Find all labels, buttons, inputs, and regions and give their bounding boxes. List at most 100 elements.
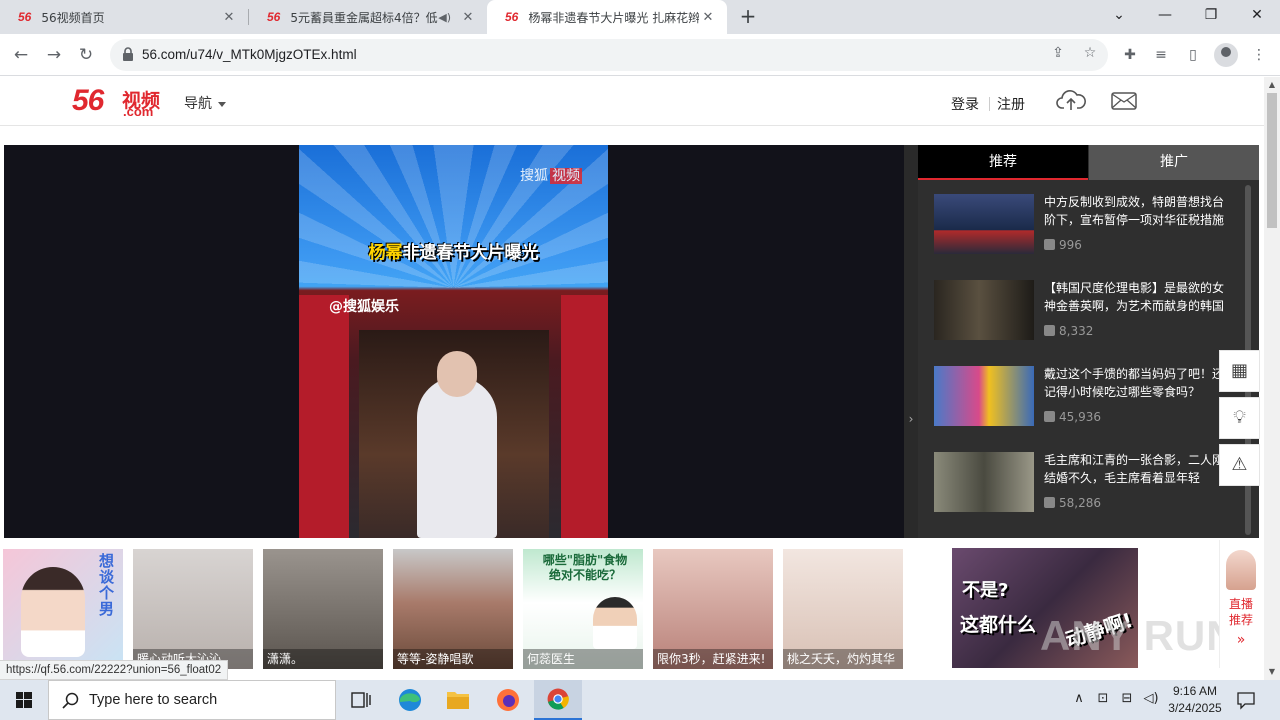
list-item[interactable]: 中方反制收到成效，特朗普想找台阶下，宣布暂停一项对华征税措施 996 (934, 194, 1234, 254)
site-logo[interactable]: 56 视频 .com (72, 84, 160, 119)
warning-report-icon[interactable]: ⚠︎ (1219, 444, 1260, 486)
video-thumbnail[interactable] (934, 194, 1034, 254)
taskbar-search-box[interactable]: Type here to search (48, 680, 336, 720)
ad-caption: 等等-姿静唱歌 (393, 649, 513, 669)
ad-card[interactable]: 等等-姿静唱歌 (393, 549, 513, 669)
video-title[interactable]: 中方反制收到成效，特朗普想找台阶下，宣布暂停一项对华征税措施 (1044, 193, 1229, 229)
tab-active-video[interactable]: 56 杨幂非遗春节大片曝光 扎麻花辫 ✕ (487, 0, 727, 34)
video-thumbnail[interactable] (934, 366, 1034, 426)
live-recommend-widget[interactable]: 直播推荐 » (1219, 540, 1262, 668)
lightbulb-icon[interactable]: 💡︎ (1219, 397, 1260, 439)
ad-card[interactable]: 桃之夭夭，灼灼其华 (783, 549, 903, 669)
qr-code-icon[interactable]: ▦ (1219, 350, 1260, 392)
56-favicon-icon: 56 (505, 10, 519, 24)
video-title[interactable]: 【韩国尺度伦理电影】是最欲的女神金善英啊，为艺术而献身的韩国 (1044, 279, 1229, 315)
meet-now-icon[interactable]: ⊡ (1094, 691, 1112, 709)
extensions-icon[interactable]: ✚ (1119, 44, 1141, 66)
taskbar-clock[interactable]: 9:16 AM 3/24/2025 (1160, 683, 1230, 717)
double-chevron-right-icon[interactable]: » (1220, 632, 1262, 648)
cloud-upload-icon[interactable] (1056, 88, 1086, 112)
share-icon[interactable]: ⇪ (1048, 45, 1068, 65)
firefox-icon[interactable] (484, 680, 532, 720)
56-favicon-icon: 56 (267, 10, 281, 24)
close-tab-icon[interactable]: ✕ (699, 10, 717, 25)
list-item[interactable]: 【韩国尺度伦理电影】是最欲的女神金善英啊，为艺术而献身的韩国 8,332 (934, 280, 1234, 340)
clock-date: 3/24/2025 (1168, 701, 1222, 715)
close-tab-icon[interactable]: ✕ (459, 10, 477, 25)
video-thumbnail[interactable] (934, 452, 1034, 512)
mail-icon[interactable] (1111, 92, 1137, 110)
restore-icon[interactable]: ❐ (1188, 0, 1234, 34)
new-tab-button[interactable]: + (736, 5, 760, 29)
live-recommend-text: 直播推荐 (1228, 597, 1253, 627)
status-url-bubble: https://qf.56.com/22222?union=56_float02 (0, 660, 229, 680)
task-view-icon[interactable] (336, 680, 384, 720)
nav-dropdown[interactable]: 导航 (184, 93, 226, 113)
chevron-up-icon[interactable]: ∧ (1070, 691, 1088, 709)
register-link[interactable]: 注册 (997, 94, 1025, 114)
reload-icon[interactable]: ↻ (73, 42, 99, 68)
recommend-panel: 推荐 推广 中方反制收到成效，特朗普想找台阶下，宣布暂停一项对华征税措施 996… (918, 145, 1259, 538)
logo-domain: .com (123, 104, 154, 119)
scroll-down-arrow-icon[interactable]: ▼ (1264, 665, 1280, 679)
media-control-icon[interactable]: ≡ (1150, 44, 1172, 66)
address-bar[interactable]: 56.com/u74/v_MTk0MjgzOTEx.html ⇪ ☆ (110, 39, 1108, 71)
clock-time: 9:16 AM (1172, 684, 1218, 698)
ad-card[interactable]: 暖心动听大沁沁 (133, 549, 253, 669)
ad-card[interactable]: 限你3秒，赶紧进来! (653, 549, 773, 669)
person-head (437, 351, 477, 397)
list-item[interactable]: 戴过这个手馈的都当妈妈了吧！还记得小时候吃过哪些零食吗？ 45,936 (934, 366, 1234, 426)
view-count: 58,286 (1044, 496, 1101, 510)
login-link[interactable]: 登录 (951, 94, 979, 114)
tab-title: 56视频首页 (41, 10, 105, 25)
tab-56-home[interactable]: 56 56视频首页 ✕ (0, 0, 248, 34)
scrollbar-thumb[interactable] (1267, 93, 1277, 228)
edge-browser-icon[interactable] (386, 680, 434, 720)
menu-kebab-icon[interactable]: ⋮ (1248, 44, 1270, 66)
tab-recommend[interactable]: 推荐 (918, 145, 1088, 180)
list-item[interactable]: 毛主席和江青的一张合影，二人刚结婚不久，毛主席看着显年轻 58,286 (934, 452, 1234, 512)
video-title-name: 杨幂 (368, 243, 403, 263)
scroll-up-arrow-icon[interactable]: ▲ (1264, 78, 1280, 92)
windows-start-icon[interactable] (0, 680, 48, 720)
sohu-video-watermark: 搜狐 视频 (518, 165, 582, 185)
network-icon[interactable]: ⊟ (1118, 691, 1136, 709)
url-text[interactable]: 56.com/u74/v_MTk0MjgzOTEx.html (142, 47, 357, 62)
bookmark-star-icon[interactable]: ☆ (1080, 45, 1100, 65)
view-count-text: 8,332 (1059, 324, 1094, 338)
view-count: 8,332 (1044, 324, 1093, 338)
play-count-icon (1044, 239, 1055, 250)
speaker-icon[interactable]: ◀︎) (438, 11, 451, 24)
collapse-panel-arrow-icon[interactable]: › (904, 145, 918, 538)
minimize-icon[interactable]: — (1142, 0, 1188, 34)
ad-card[interactable]: 潇潇。 (263, 549, 383, 669)
video-frame[interactable]: 搜狐 视频 杨幂非遗春节大片曝光 @搜狐娱乐 (299, 145, 608, 538)
tab-promote[interactable]: 推广 (1089, 145, 1259, 180)
browser-toolbar: ← → ↻ 56.com/u74/v_MTk0MjgzOTEx.html ⇪ ☆… (0, 34, 1280, 76)
notification-icon[interactable] (1236, 690, 1256, 710)
video-title[interactable]: 毛主席和江青的一张合影，二人刚结婚不久，毛主席看着显年轻 (1044, 451, 1229, 487)
ad-card[interactable]: 想谈个男 (3, 549, 123, 669)
tab-news[interactable]: 56 5元蓄員重金属超标4倍？低 ◀︎) ✕ (249, 0, 487, 34)
forward-icon[interactable]: → (41, 42, 67, 68)
video-thumbnail[interactable] (934, 280, 1034, 340)
divider (989, 97, 990, 111)
brand-tag: 视频 (550, 168, 582, 184)
file-explorer-icon[interactable] (434, 680, 482, 720)
logo-number: 56 (72, 84, 104, 117)
side-panel-icon[interactable]: ▯ (1182, 44, 1204, 66)
profile-avatar-icon[interactable] (1214, 43, 1238, 67)
volume-icon[interactable]: ◁) (1142, 691, 1160, 709)
tab-strip: 56 56视频首页 ✕ 56 5元蓄員重金属超标4倍？低 ◀︎) ✕ 56 杨幂… (0, 0, 1280, 34)
page-scrollbar[interactable]: ▲ ▼ (1264, 77, 1280, 680)
close-window-icon[interactable]: ✕ (1234, 0, 1280, 34)
ad-card[interactable]: 哪些"脂肪"食物绝对不能吃？ 何蕊医生 (523, 549, 643, 669)
video-player[interactable]: 搜狐 视频 杨幂非遗春节大片曝光 @搜狐娱乐 (4, 145, 904, 538)
view-count-text: 58,286 (1059, 496, 1101, 510)
tab-search-icon[interactable]: ⌄ (1096, 0, 1142, 34)
video-title[interactable]: 戴过这个手馈的都当妈妈了吧！还记得小时候吃过哪些零食吗？ (1044, 365, 1229, 401)
close-tab-icon[interactable]: ✕ (220, 10, 238, 25)
tab-title: 5元蓄員重金属超标4倍？低 (290, 10, 438, 25)
back-icon[interactable]: ← (8, 42, 34, 68)
chrome-icon[interactable] (534, 680, 582, 720)
